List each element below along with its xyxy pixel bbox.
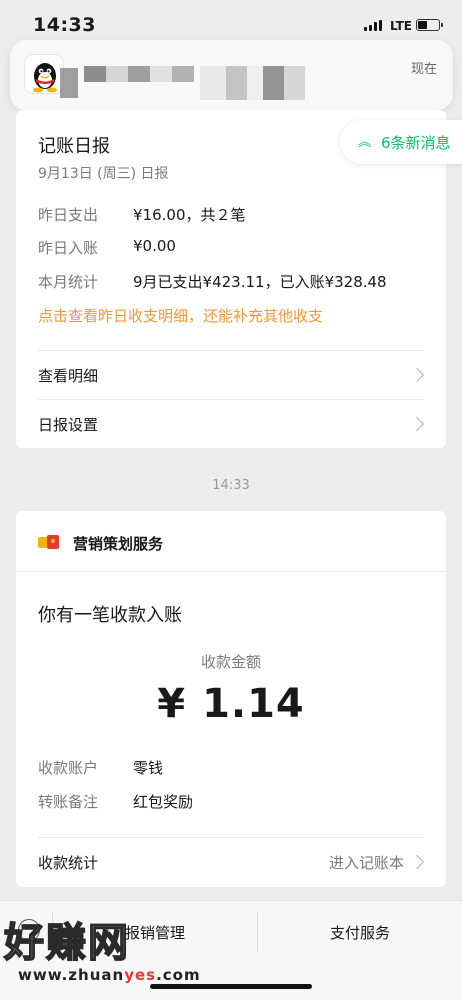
stats-link: 进入记账本 (328, 853, 404, 872)
payment-receipt-card[interactable]: 营销策划服务 你有一笔收款入账 收款金额 ¥1.14 收款账户 零钱 转账备注 … (16, 511, 446, 887)
menu-label: 日报设置 (38, 415, 99, 434)
chevron-right-icon (409, 416, 425, 432)
battery-icon (416, 19, 443, 31)
report-row: 昨日入账 ¥0.00 (38, 237, 176, 258)
notification-time: 现在 (410, 62, 437, 77)
bottom-left-label: 报销管理 (124, 923, 185, 942)
watermark-logo: 好赚网 (3, 919, 130, 967)
row-value: 零钱 (133, 759, 164, 777)
row-label: 本月统计 (38, 273, 99, 291)
menu-label: 查看明细 (38, 366, 99, 385)
receipt-row: 转账备注 红包奖励 (38, 791, 193, 812)
receipt-message: 你有一笔收款入账 (38, 605, 182, 626)
row-value: 红包奖励 (133, 793, 194, 811)
chevron-right-icon (409, 367, 425, 383)
red-envelope-icon (38, 533, 60, 551)
status-time: 14:33 (33, 14, 96, 36)
blurred-sender-name (60, 68, 78, 98)
row-label: 昨日支出 (38, 206, 99, 224)
amount: ¥1.14 (16, 681, 446, 727)
amount-label: 收款金额 (200, 653, 261, 671)
row-value: ¥0.00 (133, 237, 176, 255)
divider (16, 571, 446, 572)
service-name: 营销策划服务 (73, 535, 164, 553)
report-hint-link[interactable]: 点击查看昨日收支明细，还能补充其他收支 (38, 305, 323, 326)
row-label: 收款账户 (38, 759, 99, 777)
blurred-sender-name-2 (84, 66, 194, 82)
report-row: 昨日支出 ¥16.00，共２笔 (38, 204, 246, 225)
home-indicator[interactable] (150, 984, 312, 989)
new-messages-label: 6条新消息 (381, 133, 451, 152)
signal-icon (364, 20, 382, 31)
row-label: 转账备注 (38, 793, 99, 811)
blurred-message-preview (200, 66, 305, 100)
payment-services-button[interactable]: 支付服务 (258, 901, 462, 963)
double-chevron-up-icon: ︽ (358, 134, 372, 150)
message-timestamp: 14:33 (212, 478, 250, 493)
row-value: ¥16.00，共２笔 (133, 206, 246, 224)
report-settings-item[interactable]: 日报设置 (38, 400, 426, 448)
currency-symbol: ¥ (157, 681, 187, 727)
receipt-stats-item[interactable]: 收款统计 进入记账本 (38, 838, 426, 886)
new-messages-button[interactable]: ︽ 6条新消息 (340, 120, 462, 164)
watermark-url: www.zhuanyes.com (18, 966, 201, 984)
report-row: 本月统计 9月已支出¥423.11，已入账¥328.48 (38, 271, 387, 292)
row-value: 9月已支出¥423.11，已入账¥328.48 (133, 273, 387, 291)
notification-banner[interactable]: 现在 (10, 40, 453, 110)
amount-value: 1.14 (202, 681, 305, 727)
stats-label: 收款统计 (38, 853, 99, 872)
row-label: 昨日入账 (38, 239, 99, 257)
qq-penguin-icon (24, 54, 64, 94)
report-title: 记账日报 (38, 136, 110, 157)
receipt-row: 收款账户 零钱 (38, 757, 163, 778)
view-details-item[interactable]: 查看明细 (38, 351, 426, 399)
report-date: 9月13日 (周三) 日报 (38, 166, 169, 182)
chevron-right-icon (409, 854, 425, 870)
bottom-right-label: 支付服务 (329, 923, 390, 942)
network-label: LTE (389, 19, 412, 33)
